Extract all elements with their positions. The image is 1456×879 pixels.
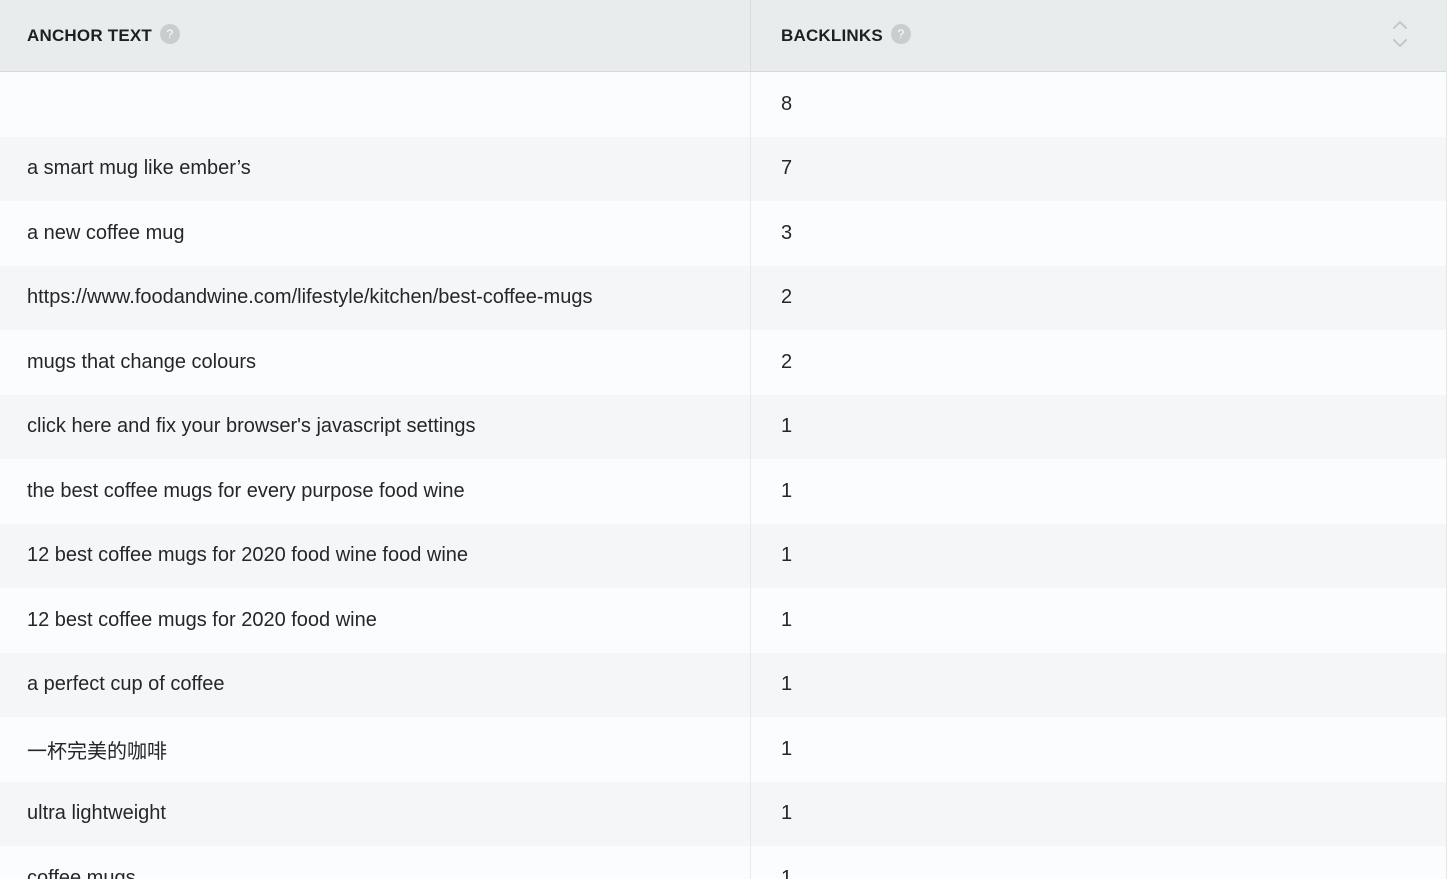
anchor-text-cell: ultra lightweight [0, 781, 751, 846]
anchor-text-cell: a new coffee mug [0, 201, 751, 266]
table-row[interactable]: click here and fix your browser's javasc… [0, 394, 1446, 459]
anchor-text-cell: click here and fix your browser's javasc… [0, 394, 751, 459]
table-row[interactable]: 8 [0, 72, 1446, 137]
anchor-text-cell [0, 72, 751, 137]
table-row[interactable]: mugs that change colours 2 [0, 330, 1446, 395]
anchor-text-help-icon[interactable]: ? [159, 23, 180, 44]
table-row[interactable]: a smart mug like ember’s 7 [0, 136, 1446, 201]
anchor-text-cell: mugs that change colours [0, 330, 751, 395]
backlinks-count-cell: 1 [781, 608, 793, 631]
anchor-text-cell: a smart mug like ember’s [0, 136, 751, 201]
table-row[interactable]: 12 best coffee mugs for 2020 food wine f… [0, 523, 1446, 588]
backlinks-count-cell: 2 [781, 286, 793, 309]
table-row[interactable]: ultra lightweight 1 [0, 781, 1446, 846]
table-row[interactable]: the best coffee mugs for every purpose f… [0, 459, 1446, 524]
table-row[interactable]: 12 best coffee mugs for 2020 food wine 1 [0, 588, 1446, 653]
anchor-text-cell: https://www.foodandwine.com/lifestyle/ki… [0, 265, 751, 330]
backlinks-count-cell: 1 [781, 544, 793, 567]
anchor-text-header-label: ANCHOR TEXT [27, 25, 152, 45]
table-row[interactable]: a new coffee mug 3 [0, 201, 1446, 266]
backlinks-count-cell: 3 [781, 221, 793, 244]
table-row[interactable]: 一杯完美的咖啡 1 [0, 717, 1446, 782]
anchor-text-cell: 12 best coffee mugs for 2020 food wine [0, 588, 751, 653]
backlinks-count-cell: 2 [781, 350, 793, 373]
sort-chevrons-icon[interactable] [1390, 16, 1410, 52]
backlinks-help-icon[interactable]: ? [890, 23, 911, 44]
backlinks-count-cell: 1 [781, 415, 793, 438]
backlinks-count-cell: 7 [781, 157, 793, 180]
backlinks-header-label: BACKLINKS [781, 25, 883, 45]
backlinks-count-cell: 1 [781, 866, 793, 879]
anchor-text-cell: a perfect cup of coffee [0, 652, 751, 717]
backlinks-count-cell: 8 [781, 92, 793, 115]
backlinks-count-cell: 1 [781, 737, 793, 760]
table-body: 8 a smart mug like ember’s 7 a new coffe… [0, 72, 1446, 879]
backlinks-column-header[interactable]: BACKLINKS ? [751, 0, 1446, 71]
backlinks-count-cell: 1 [781, 479, 793, 502]
backlinks-count-cell: 1 [781, 802, 793, 825]
table-row[interactable]: https://www.foodandwine.com/lifestyle/ki… [0, 265, 1446, 330]
backlinks-count-cell: 1 [781, 673, 793, 696]
anchor-text-cell: coffee mugs [0, 846, 751, 879]
table-header: ANCHOR TEXT ? BACKLINKS ? [0, 0, 1446, 72]
table-row[interactable]: a perfect cup of coffee 1 [0, 652, 1446, 717]
anchor-text-cell: 12 best coffee mugs for 2020 food wine f… [0, 523, 751, 588]
table-row[interactable]: coffee mugs 1 [0, 846, 1446, 879]
anchor-text-table: ANCHOR TEXT ? BACKLINKS ? 8 a smart mug … [0, 0, 1447, 879]
anchor-text-cell: the best coffee mugs for every purpose f… [0, 459, 751, 524]
anchor-text-column-header[interactable]: ANCHOR TEXT ? [0, 0, 751, 71]
anchor-text-cell: 一杯完美的咖啡 [0, 717, 751, 782]
